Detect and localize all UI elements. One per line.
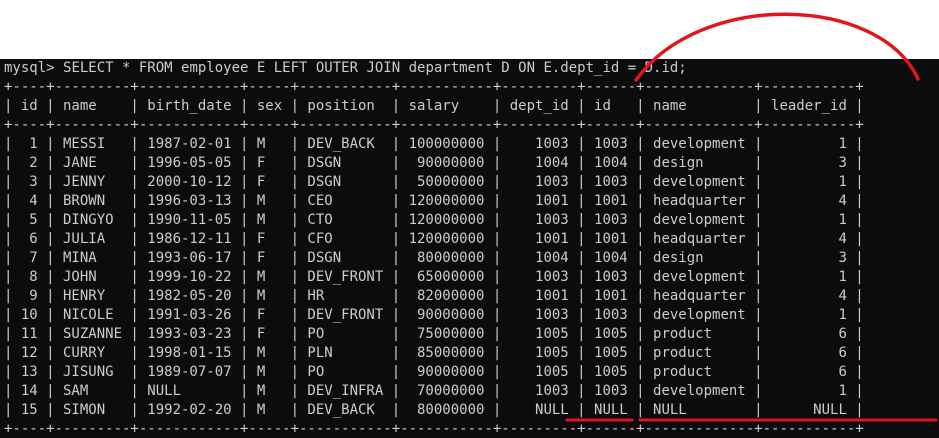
table-row: | 3 | JENNY | 2000-10-12 | F | DSGN | 50… [4, 174, 864, 190]
table-row: | 12 | CURRY | 1998-01-15 | M | PLN | 85… [4, 345, 864, 361]
table-border: +----+---------+------------+-----+-----… [4, 79, 864, 95]
table-border: +----+---------+------------+-----+-----… [4, 421, 864, 437]
table-row: | 13 | JISUNG | 1989-07-07 | M | PO | 90… [4, 364, 864, 380]
table-row: | 6 | JULIA | 1986-12-11 | F | CFO | 120… [4, 231, 864, 247]
sql-query: SELECT * FROM employee E LEFT OUTER JOIN… [63, 60, 687, 76]
terminal-window[interactable]: mysql> SELECT * FROM employee E LEFT OUT… [0, 59, 939, 438]
table-row: | 11 | SUZANNE | 1993-03-23 | F | PO | 7… [4, 326, 864, 342]
table-row: | 1 | MESSI | 1987-02-01 | M | DEV_BACK … [4, 136, 864, 152]
table-row: | 2 | JANE | 1996-05-05 | F | DSGN | 900… [4, 155, 864, 171]
table-row: | 10 | NICOLE | 1991-03-26 | F | DEV_FRO… [4, 307, 864, 323]
table-row: | 4 | BROWN | 1996-03-13 | M | CEO | 120… [4, 193, 864, 209]
command-line: mysql> SELECT * FROM employee E LEFT OUT… [4, 59, 687, 78]
table-row: | 9 | HENRY | 1982-05-20 | M | HR | 8200… [4, 288, 864, 304]
table-row: | 7 | MINA | 1993-06-17 | F | DSGN | 800… [4, 250, 864, 266]
table-row: | 5 | DINGYO | 1990-11-05 | M | CTO | 12… [4, 212, 864, 228]
mysql-prompt: mysql> [4, 60, 55, 76]
table-header-row: | id | name | birth_date | sex | positio… [4, 98, 864, 114]
table-row: | 15 | SIMON | 1992-02-20 | M | DEV_BACK… [4, 402, 864, 418]
table-border: +----+---------+------------+-----+-----… [4, 117, 864, 133]
table-row: | 8 | JOHN | 1999-10-22 | M | DEV_FRONT … [4, 269, 864, 285]
table-row: | 14 | SAM | NULL | M | DEV_INFRA | 7000… [4, 383, 864, 399]
